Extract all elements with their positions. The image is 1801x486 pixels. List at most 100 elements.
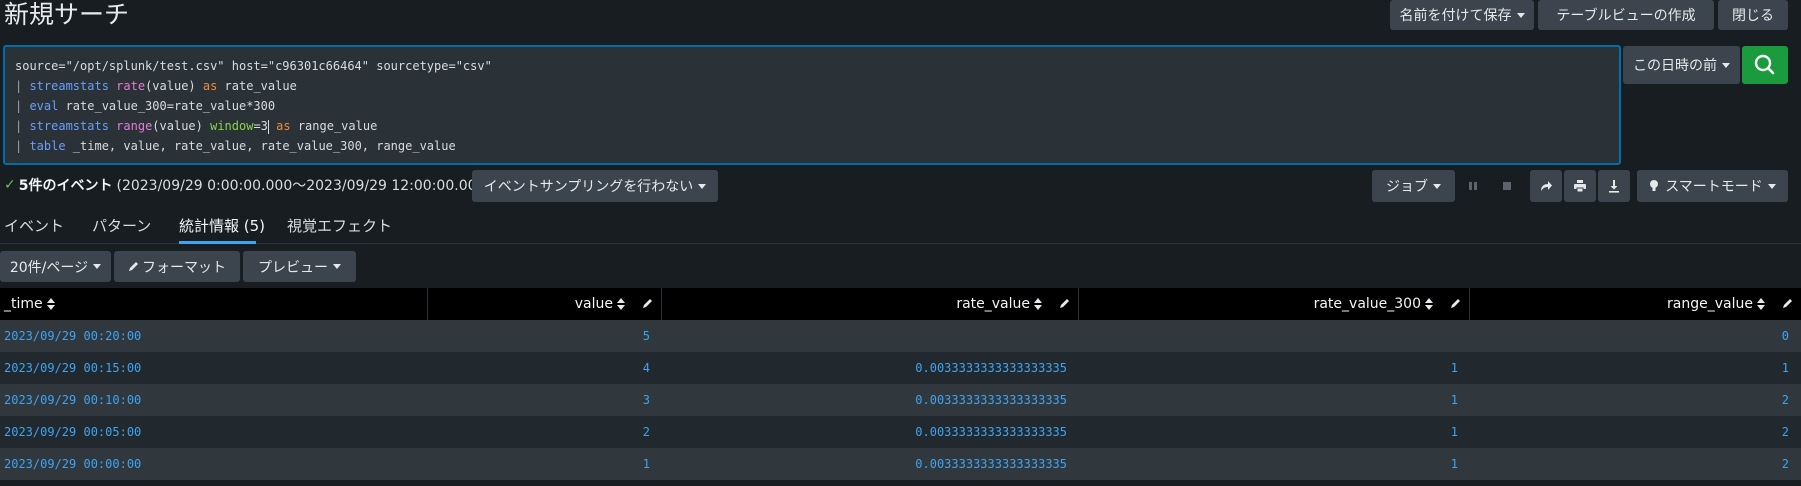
tab-events[interactable]: イベント [4,215,64,236]
share-button[interactable] [1530,170,1562,202]
table-row: 2023/09/29 00:15:00 4 0.0033333333333333… [0,352,1801,384]
format-label: フォーマット [142,259,226,276]
cell-time[interactable]: 2023/09/29 00:20:00 [0,320,428,352]
sort-icon[interactable] [617,298,625,310]
search-icon [1754,54,1775,75]
tab-patterns[interactable]: パターン [92,215,151,236]
cell-time[interactable]: 2023/09/29 00:05:00 [0,416,428,448]
lightbulb-icon [1650,180,1659,191]
table-row: 2023/09/29 00:10:00 3 0.0033333333333333… [0,384,1801,416]
column-label: range_value [1667,296,1753,312]
query-token: range [116,119,153,133]
export-button[interactable] [1598,170,1630,202]
column-label: _time [4,296,43,312]
tab-statistics[interactable]: 統計情報 (5) [179,215,265,236]
cell-time[interactable]: 2023/09/29 00:15:00 [0,352,428,384]
stop-icon [1503,182,1511,190]
cell-range-value[interactable]: 0 [1470,320,1801,352]
close-button[interactable]: 閉じる [1718,0,1788,30]
per-page-label: 20件/ページ [9,259,89,276]
sort-icon[interactable] [46,298,55,310]
format-button[interactable]: フォーマット [114,251,240,282]
chevron-down-icon [1722,62,1730,68]
sampling-dropdown[interactable]: イベントサンプリングを行わない [472,170,718,202]
table-row: 2023/09/29 00:20:00 5 0 [0,320,1801,352]
table-row: 2023/09/29 00:00:00 1 0.0033333333333333… [0,448,1801,480]
pause-icon [1469,182,1477,190]
create-table-view-button[interactable]: テーブルビューの作成 [1538,0,1714,30]
sort-icon[interactable] [1425,298,1433,310]
cell-rate-value[interactable]: 0.0033333333333333335 [662,384,1079,416]
chevron-down-icon [93,264,102,269]
cell-rate-value[interactable]: 0.0033333333333333335 [662,352,1079,384]
sampling-label: イベントサンプリングを行わない [483,179,694,195]
save-as-button[interactable]: 名前を付けて保存 [1390,0,1534,30]
query-line: source="/opt/splunk/test.csv" host="c963… [15,56,1609,76]
preview-dropdown[interactable]: プレビュー [243,251,356,282]
page-title: 新規サーチ [4,0,130,29]
query-line: | table _time, value, rate_value, rate_v… [15,136,1609,156]
cell-value[interactable]: 5 [428,320,662,352]
pencil-icon[interactable] [1782,298,1793,309]
column-header-value[interactable]: value [428,288,662,320]
query-token: window [210,119,254,133]
column-header-range-value[interactable]: range_value [1470,288,1801,320]
query-line: | streamstats range(value) window=3 as r… [15,116,1609,136]
column-header-time[interactable]: _time [0,288,428,320]
cell-value[interactable]: 4 [428,352,662,384]
time-range-picker[interactable]: この日時の前 [1623,46,1740,84]
cell-rate-value[interactable]: 0.0033333333333333335 [662,448,1079,480]
create-table-view-label: テーブルビューの作成 [1556,8,1696,24]
column-label: rate_value_300 [1313,296,1421,312]
job-dropdown[interactable]: ジョブ [1372,170,1455,202]
cell-range-value[interactable]: 1 [1470,352,1801,384]
pause-button[interactable] [1457,170,1489,202]
chevron-down-icon [1516,12,1525,18]
cell-value[interactable]: 2 [428,416,662,448]
cell-value[interactable]: 3 [428,384,662,416]
cell-rate-value-300[interactable] [1079,320,1470,352]
query-token: | [15,139,30,153]
preview-label: プレビュー [258,259,328,276]
cell-rate-value-300[interactable]: 1 [1079,352,1470,384]
column-header-rate-value[interactable]: rate_value [662,288,1079,320]
per-page-dropdown[interactable]: 20件/ページ [0,251,111,282]
stop-button[interactable] [1491,170,1523,202]
query-token: (value) [152,119,211,133]
cell-rate-value[interactable] [662,320,1079,352]
sort-icon[interactable] [1034,298,1042,310]
pencil-icon[interactable] [1450,298,1461,309]
query-token: as [276,119,291,133]
cell-rate-value-300[interactable]: 1 [1079,448,1470,480]
search-button[interactable] [1742,46,1788,84]
column-header-rate-value-300[interactable]: rate_value_300 [1079,288,1470,320]
sort-icon[interactable] [1757,298,1765,310]
query-token: as [202,79,218,93]
pencil-icon[interactable] [1059,298,1070,309]
query-token: rate [116,79,146,93]
search-mode-dropdown[interactable]: スマートモード [1637,170,1788,202]
chevron-down-icon [1433,183,1441,189]
cell-range-value[interactable]: 2 [1470,416,1801,448]
cell-rate-value-300[interactable]: 1 [1079,384,1470,416]
query-token: streamstats [29,79,109,93]
download-icon [1609,180,1619,193]
query-token: (value) [145,79,203,93]
pencil-icon[interactable] [642,298,653,309]
cell-value[interactable]: 1 [428,448,662,480]
cell-rate-value[interactable]: 0.0033333333333333335 [662,416,1079,448]
cell-rate-value-300[interactable]: 1 [1079,416,1470,448]
event-status: ✓ 5件のイベント (2023/09/29 0:00:00.000〜2023/0… [4,175,491,195]
pencil-icon [129,262,138,271]
cell-range-value[interactable]: 2 [1470,384,1801,416]
search-query-editor[interactable]: source="/opt/splunk/test.csv" host="c963… [3,45,1621,165]
results-tabs: イベント パターン 統計情報 (5) 視覚エフェクト [0,212,1801,244]
query-token: | [15,79,30,93]
print-button[interactable] [1564,170,1596,202]
cell-range-value[interactable]: 2 [1470,448,1801,480]
tab-visualization[interactable]: 視覚エフェクト [287,215,392,236]
cell-time[interactable]: 2023/09/29 00:00:00 [0,448,428,480]
cell-time[interactable]: 2023/09/29 00:10:00 [0,384,428,416]
query-token: source="/opt/splunk/test.csv" host="c963… [15,59,492,73]
chevron-down-icon [1767,183,1776,189]
